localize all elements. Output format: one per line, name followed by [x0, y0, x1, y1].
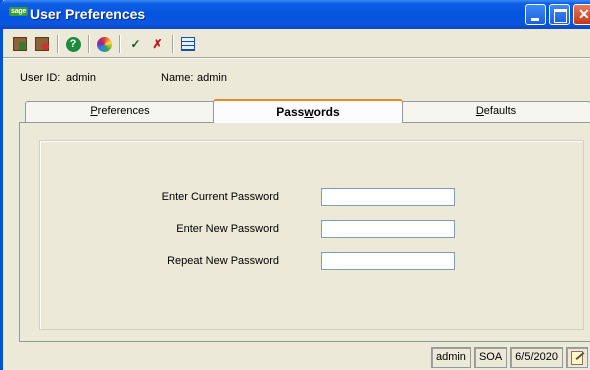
color-icon [96, 36, 112, 52]
tab-passwords[interactable]: Passwords [213, 99, 403, 123]
app-logo: sage [9, 7, 29, 16]
toolbar-separator [172, 35, 174, 53]
user-id-label: User ID: [20, 72, 61, 84]
grid-button[interactable] [179, 35, 197, 53]
tab-label-part: Pass [276, 105, 305, 119]
tab-defaults[interactable]: Defaults [401, 101, 590, 122]
toolbar-separator [88, 35, 90, 53]
maximize-button[interactable] [549, 4, 570, 25]
tab-label-part: references [97, 105, 150, 117]
user-id-value: admin [66, 72, 96, 84]
password-group: Enter Current Password Enter New Passwor… [39, 140, 584, 330]
help-icon: ? [65, 36, 81, 52]
minimize-button[interactable] [525, 4, 546, 25]
new-password-label: Enter New Password [176, 223, 279, 235]
tab-label-part: ords [313, 105, 340, 119]
toolbar-divider [3, 57, 590, 59]
notes-icon [571, 350, 583, 365]
grid-icon [181, 37, 195, 51]
new-password-field[interactable] [321, 220, 455, 238]
color-button[interactable] [95, 35, 113, 53]
spellcheck-button[interactable]: ✓ [126, 35, 144, 53]
toolbar-separator [57, 35, 59, 53]
tab-accelerator: w [304, 105, 314, 119]
spellcheck-options-icon: ✗ [152, 37, 162, 51]
current-password-label: Enter Current Password [161, 191, 279, 203]
title-bar[interactable]: sage User Preferences [0, 0, 590, 29]
save-icon [13, 37, 27, 51]
toolbar: ? ✓ ✗ [11, 33, 201, 55]
notes-button[interactable] [566, 347, 588, 368]
user-preferences-window: sage User Preferences ? ✓ ✗ User ID: adm… [0, 0, 590, 370]
tab-label-part: efaults [483, 105, 517, 117]
passwords-panel: Enter Current Password Enter New Passwor… [19, 122, 590, 342]
save-button[interactable] [11, 35, 29, 53]
status-date: 6/5/2020 [510, 347, 563, 368]
tab-accelerator: P [90, 105, 98, 117]
help-button[interactable]: ? [64, 35, 82, 53]
repeat-password-field[interactable] [321, 252, 455, 270]
spellcheck-options-button[interactable]: ✗ [148, 35, 166, 53]
close-button[interactable] [573, 4, 590, 25]
status-bar: admin SOA 6/5/2020 [430, 347, 588, 368]
status-user: admin [430, 347, 471, 368]
tab-accelerator: D [475, 105, 484, 117]
delete-icon [35, 37, 49, 51]
repeat-password-label: Repeat New Password [167, 255, 279, 267]
name-value: admin [197, 72, 227, 84]
current-password-field[interactable] [321, 188, 455, 206]
toolbar-separator [119, 35, 121, 53]
status-company: SOA [473, 347, 508, 368]
delete-button[interactable] [33, 35, 51, 53]
name-label: Name: [161, 72, 194, 84]
tab-preferences[interactable]: Preferences [25, 101, 215, 122]
window-title: User Preferences [30, 6, 146, 22]
spellcheck-icon: ✓ [130, 37, 140, 51]
